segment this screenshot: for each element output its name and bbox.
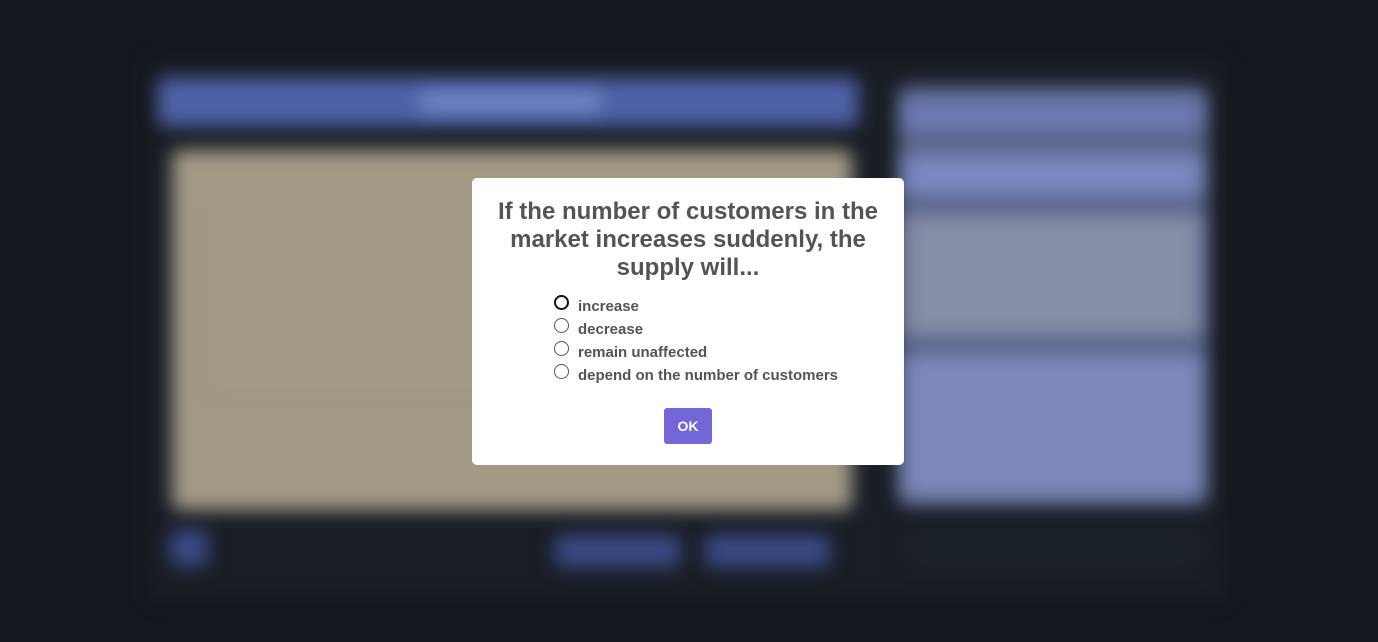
radio-button[interactable] [554,341,569,356]
answer-option-decrease[interactable]: decrease [554,317,838,340]
answer-label[interactable]: remain unaffected [578,340,707,361]
answer-label[interactable]: decrease [578,317,643,338]
radio-button[interactable] [554,295,569,310]
question-text: If the number of customers in the market… [497,198,879,281]
background-header-title [420,92,600,112]
background-icon-button [170,530,208,566]
app-window: If the number of customers in the market… [0,0,1378,642]
background-button-2 [705,535,830,567]
background-button-1 [555,535,680,567]
radio-button[interactable] [554,364,569,379]
background-side-footer [905,530,1200,564]
answer-option-depend-on-customers[interactable]: depend on the number of customers [554,363,838,386]
quiz-dialog: If the number of customers in the market… [472,178,904,465]
answer-option-increase[interactable]: increase [554,294,838,317]
answer-label[interactable]: increase [578,294,639,315]
answer-option-remain-unaffected[interactable]: remain unaffected [554,340,838,363]
answer-label[interactable]: depend on the number of customers [578,363,838,384]
background-side-card-2 [905,355,1200,495]
radio-button[interactable] [554,318,569,333]
background-side-header [905,100,1200,130]
ok-button[interactable]: OK [664,408,712,444]
background-side-card [905,215,1200,335]
background-side-bar [905,155,1200,195]
answer-options: increase decrease remain unaffected depe… [554,294,838,386]
